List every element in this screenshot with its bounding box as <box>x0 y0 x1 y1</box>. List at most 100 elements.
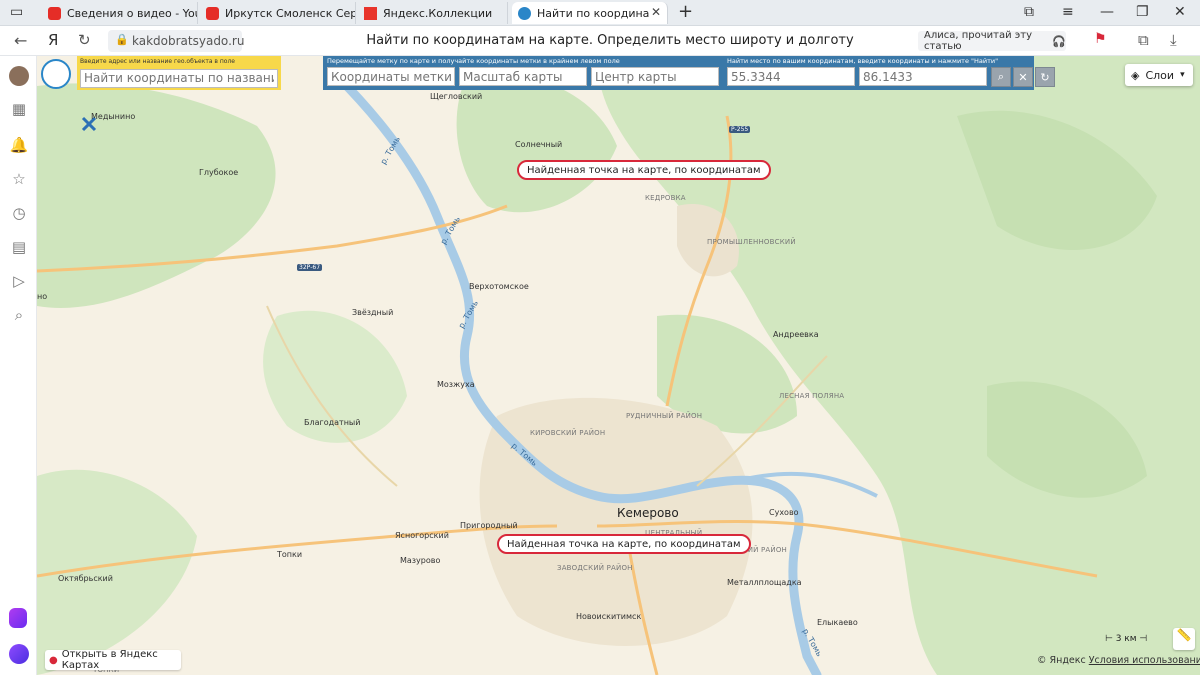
minimize-icon[interactable]: — <box>1100 4 1114 20</box>
map-copyright: © Яндекс Условия использования <box>1037 655 1200 666</box>
search-input[interactable] <box>80 68 278 88</box>
new-tab-button[interactable]: + <box>678 1 693 22</box>
map-label-oktyabrsky: Октябрьский <box>58 574 113 583</box>
map-label-kirovsky: КИРОВСКИЙ РАЙОН <box>530 429 606 437</box>
alice-app-icon[interactable] <box>9 608 27 628</box>
alice-voice-icon[interactable] <box>9 644 29 664</box>
alice-read-button[interactable]: Алиса, прочитай эту статью 🎧 <box>918 30 1066 52</box>
found-point-callout-top: Найденная точка на карте, по координатам <box>517 160 771 180</box>
globe-icon <box>518 6 531 20</box>
page-title: Найти по координатам на карте. Определит… <box>366 33 854 48</box>
tab-yandex-collections[interactable]: Яндекс.Коллекции <box>358 2 508 24</box>
map-label-prigorodny: Пригородный <box>460 521 518 530</box>
browser-tab-bar: ▭ Сведения о видео - YouTube Иркутск Смо… <box>0 0 1200 26</box>
youtube-icon <box>48 6 61 20</box>
road-sign-r255: Р-255 <box>729 126 751 133</box>
refresh-button[interactable]: ↻ <box>1035 67 1055 87</box>
yandex-logo-icon[interactable]: Я <box>48 31 58 49</box>
map-pin-icon: ● <box>49 654 58 666</box>
map-label-shcheglovsky: Щегловский <box>430 92 483 101</box>
clear-button[interactable]: ✕ <box>1013 67 1033 87</box>
map-label-edge: но <box>37 292 48 301</box>
map-label-mazurovo: Мазурово <box>400 556 441 565</box>
bookmark-flag-icon[interactable]: ⚑ <box>1094 31 1107 47</box>
bookmark-icon <box>364 6 377 20</box>
scale-bar: ⊢ 3 км ⊣ <box>1105 634 1148 644</box>
map-label-lesnaya-polyana: ЛЕСНАЯ ПОЛЯНА <box>779 392 845 400</box>
url-field[interactable]: 🔒 kakdobratsyado.ru <box>108 30 244 52</box>
map-label-zvezdny: Звёздный <box>352 308 394 317</box>
sidebar-toggle-icon[interactable]: ▭ <box>10 4 23 20</box>
terms-link[interactable]: Условия использования <box>1089 655 1200 666</box>
map-label-glubokoe: Глубокое <box>199 168 239 177</box>
layers-button[interactable]: ◈ Слои ▾ <box>1125 64 1193 86</box>
road-sign-32r67: 32Р-67 <box>297 264 323 271</box>
ruler-icon: 📏 <box>1176 628 1192 642</box>
map-label-verkhnetomskoe: Верхотомское <box>469 282 529 291</box>
close-tab-icon[interactable]: ✕ <box>651 5 661 19</box>
map-label-zavodsky: ЗАВОДСКИЙ РАЙОН <box>557 564 633 572</box>
search-hint: Введите адрес или название гео.объекта в… <box>80 58 235 65</box>
tab-youtube-series[interactable]: Иркутск Смоленск Серия 2 <box>200 2 356 24</box>
restore-icon[interactable]: ❐ <box>1136 4 1149 20</box>
tab-youtube-video[interactable]: Сведения о видео - YouTube <box>42 2 198 24</box>
headphones-icon: 🎧 <box>1052 34 1066 48</box>
search-button[interactable]: ⌕ <box>991 67 1011 87</box>
map-label-yasnogorsky: Ясногорский <box>395 531 449 540</box>
back-arrow-icon[interactable]: ← <box>14 31 27 50</box>
map-label-sukhovo: Сухово <box>769 508 799 517</box>
close-icon: ✕ <box>1018 70 1028 84</box>
search-icon: ⌕ <box>997 70 1005 83</box>
lock-icon: 🔒 <box>115 33 129 46</box>
map-canvas <box>37 56 1200 675</box>
marker-hint: Перемещайте метку по карте и получайте к… <box>327 57 620 65</box>
menu-icon[interactable]: ≡ <box>1062 4 1074 20</box>
map-center-field[interactable] <box>591 67 719 86</box>
map-label-blagodatny: Благодатный <box>304 418 361 427</box>
address-search-panel: Введите адрес или название гео.объекта в… <box>77 56 281 90</box>
video-play-icon[interactable]: ▷ <box>9 272 29 290</box>
map-label-novoiskitimsk: Новоискитимск <box>576 612 642 621</box>
latitude-field[interactable] <box>727 67 855 86</box>
download-icon[interactable]: ⤓ <box>1170 31 1177 49</box>
services-grid-icon[interactable]: ▦ <box>9 100 29 118</box>
tab-find-coordinates[interactable]: Найти по координатам ✕ <box>512 2 668 24</box>
map-label-rudnichny: РУДНИЧНЫЙ РАЙОН <box>626 412 703 420</box>
reload-icon[interactable]: ↻ <box>78 31 91 49</box>
map-label-topki: Топки <box>277 550 303 559</box>
bell-icon[interactable]: 🔔 <box>9 136 29 154</box>
star-icon[interactable]: ☆ <box>9 170 29 188</box>
map-label-medynino: Медынино <box>91 112 136 121</box>
layers-icon: ◈ <box>1131 68 1140 82</box>
map-label-mozhukha: Мозжуха <box>437 380 475 389</box>
open-in-yandex-maps-button[interactable]: ● Открыть в Яндекс Картах <box>45 649 181 671</box>
browser-sidebar: ▦ 🔔 ☆ ◷ ▤ ▷ ⌕ <box>0 56 37 675</box>
longitude-field[interactable] <box>859 67 987 86</box>
map-view[interactable]: Медынино Глубокое Щегловский Солнечный К… <box>37 56 1200 675</box>
close-window-icon[interactable]: ✕ <box>1174 4 1186 20</box>
translate-icon[interactable]: ⧉ <box>1138 31 1149 49</box>
map-label-solnechny: Солнечный <box>515 140 563 149</box>
map-label-metallploshchadka: Металлплощадка <box>727 578 802 587</box>
chevron-down-icon: ▾ <box>1180 70 1185 80</box>
address-bar-row: ← Я ↻ 🔒 kakdobratsyado.ru Найти по коорд… <box>0 26 1200 56</box>
map-label-andreevka: Андреевка <box>773 330 819 339</box>
find-hint: Найти место по вашим координатам, введит… <box>727 57 999 65</box>
coordinates-panel: Перемещайте метку по карте и получайте к… <box>323 56 1055 90</box>
avatar[interactable] <box>9 66 29 86</box>
site-logo-icon[interactable] <box>41 59 71 89</box>
map-label-promyshlennovsky: ПРОМЫШЛЕННОВСКИЙ <box>707 238 796 246</box>
youtube-icon <box>206 6 219 20</box>
refresh-icon: ↻ <box>1040 70 1050 84</box>
found-point-callout-bottom: Найденная точка на карте, по координатам <box>497 534 751 554</box>
map-label-kedrovka: КЕДРОВКА <box>645 194 686 202</box>
map-label-kemerovo: Кемерово <box>617 506 679 520</box>
marker-coords-field[interactable] <box>327 67 455 86</box>
collections-icon[interactable]: ▤ <box>9 238 29 256</box>
bookmarks-icon[interactable]: ⧉ <box>1024 4 1034 20</box>
screenshot-icon[interactable]: ⌕ <box>9 306 29 324</box>
map-label-elykaevo: Елыкаево <box>817 618 858 627</box>
history-icon[interactable]: ◷ <box>9 204 29 222</box>
ruler-button[interactable]: 📏 <box>1173 628 1195 650</box>
map-scale-field[interactable] <box>459 67 587 86</box>
